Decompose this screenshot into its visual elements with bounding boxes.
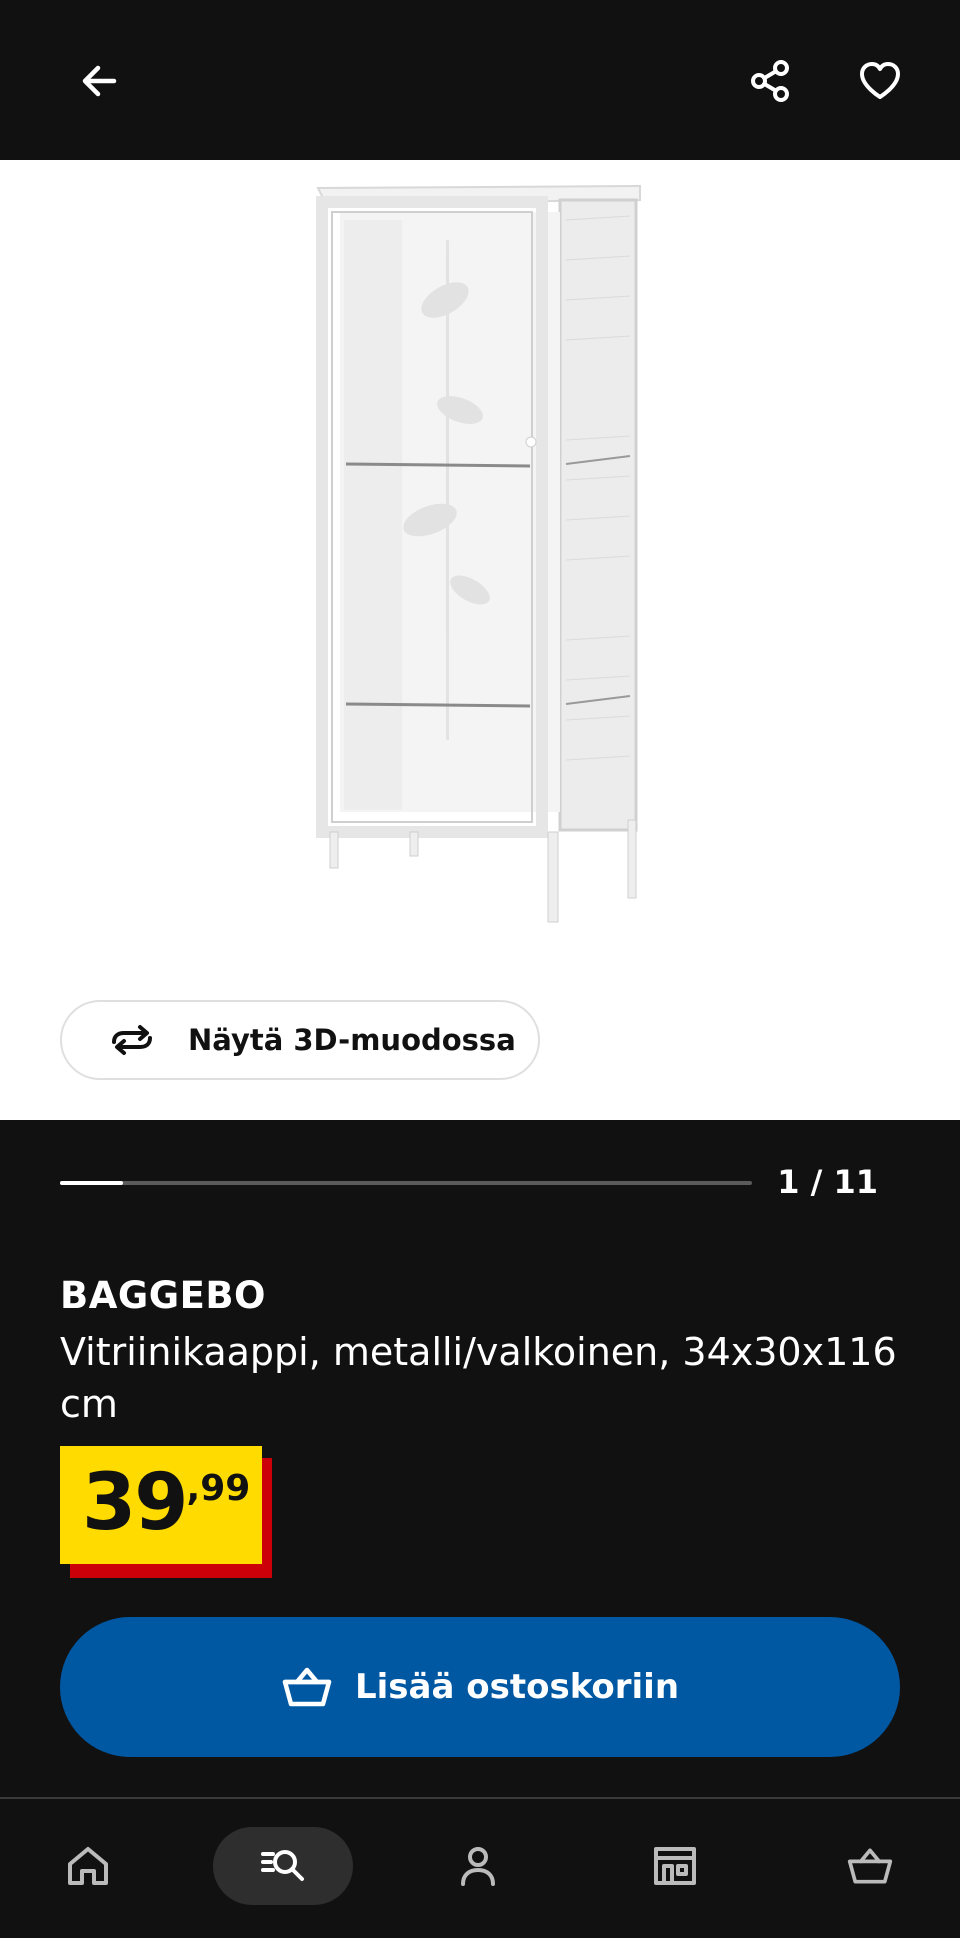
price-decimal: ,99 — [186, 1468, 251, 1509]
nav-home[interactable] — [18, 1827, 158, 1905]
share-button[interactable] — [730, 41, 810, 121]
heart-icon — [860, 62, 900, 99]
back-button[interactable] — [60, 41, 140, 121]
add-to-cart-button[interactable]: Lisää ostoskoriin — [60, 1617, 900, 1757]
basket-icon — [282, 1667, 332, 1707]
add-to-cart-label: Lisää ostoskoriin — [354, 1667, 680, 1707]
cart-basket-icon — [847, 1848, 893, 1884]
favorite-button[interactable] — [840, 41, 920, 121]
price-box: 39,99 — [60, 1446, 262, 1564]
store-icon — [654, 1847, 696, 1885]
arrow-left-icon — [82, 65, 117, 97]
search-icon — [261, 1850, 304, 1881]
price-integer: 39 — [82, 1458, 189, 1548]
top-bar — [0, 0, 960, 160]
person-icon — [461, 1847, 495, 1886]
product-description: Vitriinikaappi, metalli/valkoinen, 34x30… — [60, 1330, 897, 1426]
nav-cart[interactable] — [800, 1827, 940, 1905]
view-3d-button[interactable]: Näytä 3D-muodossa — [60, 1000, 540, 1080]
gallery-counter: 1 / 11 — [777, 1163, 878, 1201]
gallery-progress-fill — [60, 1181, 123, 1185]
bottom-nav — [0, 1799, 960, 1938]
price-tag: 39,99 — [60, 1446, 272, 1578]
glass-cabinet-image — [316, 184, 641, 923]
nav-stores[interactable] — [605, 1827, 745, 1905]
rotate-3d-icon — [112, 1025, 152, 1055]
gallery-progress — [60, 1181, 752, 1185]
product-image[interactable]: Näytä 3D-muodossa — [0, 160, 960, 1120]
home-icon — [68, 1847, 108, 1885]
share-icon — [751, 60, 789, 102]
product-name: BAGGEBO — [60, 1274, 267, 1317]
view-3d-label: Näytä 3D-muodossa — [188, 1023, 516, 1057]
nav-search[interactable] — [213, 1827, 353, 1905]
nav-profile[interactable] — [408, 1827, 548, 1905]
